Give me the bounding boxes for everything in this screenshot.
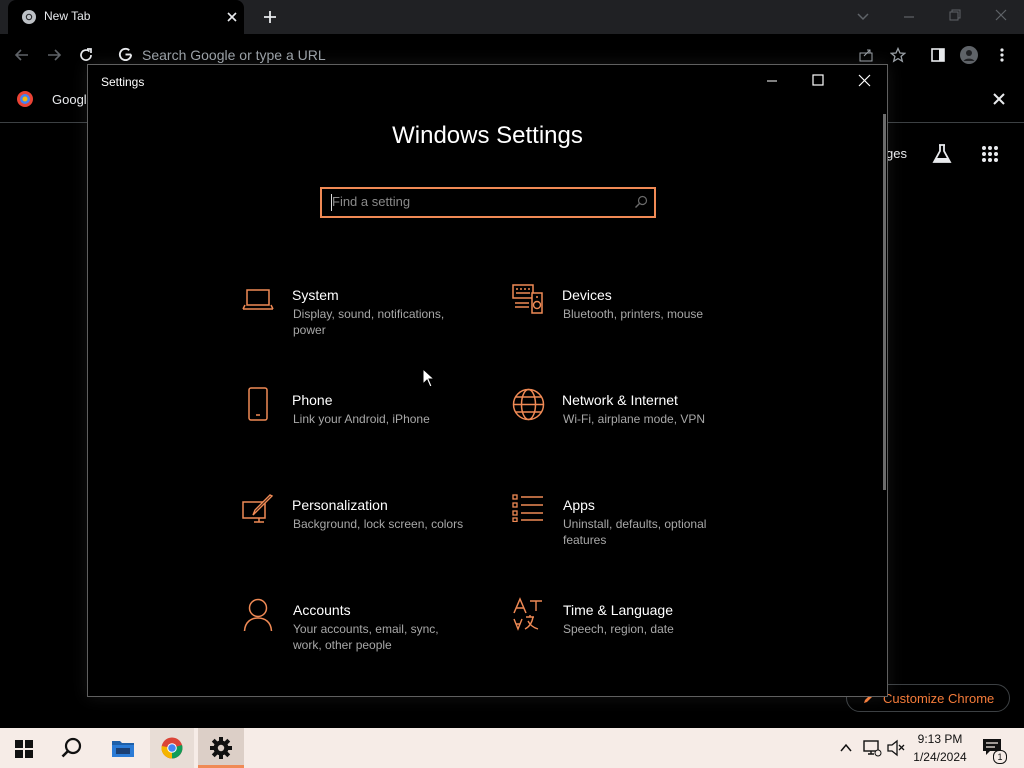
taskbar-clock-date[interactable]: 1/24/2024 (900, 750, 980, 764)
bookmark-google[interactable]: Googl (52, 92, 87, 107)
restore-chrome-icon[interactable] (948, 8, 962, 22)
category-desc: Bluetooth, printers, mouse (563, 307, 704, 321)
gear-icon (210, 737, 232, 759)
devices-icon (512, 284, 543, 314)
mouse-cursor-icon (422, 368, 436, 388)
forward-icon[interactable] (46, 47, 62, 63)
tab-title: New Tab (44, 9, 91, 23)
tab-search-chevron-icon[interactable] (856, 10, 870, 24)
category-desc: Speech, region, date (563, 622, 674, 636)
category-title: System (292, 287, 339, 303)
chrome-menu-icon[interactable] (998, 47, 1006, 63)
google-logo-icon (17, 91, 33, 107)
show-hidden-icons-chevron-icon[interactable] (839, 742, 853, 754)
category-desc: Wi-Fi, airplane mode, VPN (563, 412, 706, 426)
globe-icon (512, 388, 545, 421)
network-icon[interactable] (862, 739, 882, 757)
share-icon[interactable] (858, 47, 874, 63)
category-desc: features (563, 533, 607, 547)
bookmark-star-icon[interactable] (890, 47, 906, 63)
settings-maximize-icon[interactable] (812, 74, 824, 86)
category-desc: Display, sound, notifications, (293, 307, 445, 321)
category-title: Phone (292, 392, 333, 408)
laptop-icon (242, 289, 274, 310)
category-title: Accounts (293, 602, 351, 618)
category-desc: Background, lock screen, colors (293, 517, 464, 531)
category-desc: Uninstall, defaults, optional (563, 517, 707, 531)
close-tab-icon[interactable] (226, 11, 238, 23)
new-tab-icon[interactable] (262, 9, 278, 25)
category-desc: work, other people (293, 638, 392, 652)
settings-minimize-icon[interactable] (766, 75, 778, 87)
page-title: Windows Settings (392, 122, 583, 149)
category-desc: power (293, 323, 326, 337)
file-explorer-icon[interactable] (111, 738, 135, 758)
omnibox-input[interactable]: Search Google or type a URL (142, 47, 326, 63)
chrome-app-icon (161, 737, 183, 759)
labs-flask-icon[interactable] (932, 143, 952, 165)
google-apps-grid-icon[interactable] (981, 145, 999, 163)
category-title: Devices (562, 287, 612, 303)
taskbar-clock-time[interactable]: 9:13 PM (900, 732, 980, 746)
personalization-icon (242, 494, 274, 523)
phone-icon (248, 387, 268, 421)
notification-count-badge: 1 (993, 750, 1007, 764)
close-chrome-icon[interactable] (994, 8, 1008, 22)
taskbar-search-icon[interactable] (61, 737, 83, 759)
category-title: Personalization (292, 497, 388, 513)
category-desc: Your accounts, email, sync, (293, 622, 439, 636)
category-title: Network & Internet (562, 392, 678, 408)
category-title: Apps (563, 497, 595, 513)
side-panel-icon[interactable] (930, 47, 946, 63)
close-banner-icon[interactable] (992, 92, 1006, 106)
language-icon (513, 597, 542, 631)
back-icon[interactable] (14, 47, 30, 63)
category-title: Time & Language (563, 602, 673, 618)
search-placeholder: Find a setting (332, 194, 411, 209)
windows-start-icon[interactable] (15, 740, 33, 758)
minimize-chrome-icon[interactable] (902, 10, 916, 24)
settings-scrollbar[interactable] (883, 114, 886, 490)
settings-window-title: Settings (101, 75, 145, 89)
category-desc: Link your Android, iPhone (293, 412, 430, 426)
apps-icon (512, 494, 543, 522)
google-g-icon (118, 47, 133, 61)
search-icon[interactable] (634, 195, 648, 209)
settings-close-icon[interactable] (858, 74, 871, 87)
settings-window (87, 64, 888, 697)
profile-avatar-icon[interactable] (960, 46, 978, 64)
ntp-images-link[interactable]: ges (886, 146, 907, 161)
reload-icon[interactable] (78, 47, 94, 63)
person-icon (243, 598, 273, 632)
chrome-logo-icon (22, 10, 36, 24)
